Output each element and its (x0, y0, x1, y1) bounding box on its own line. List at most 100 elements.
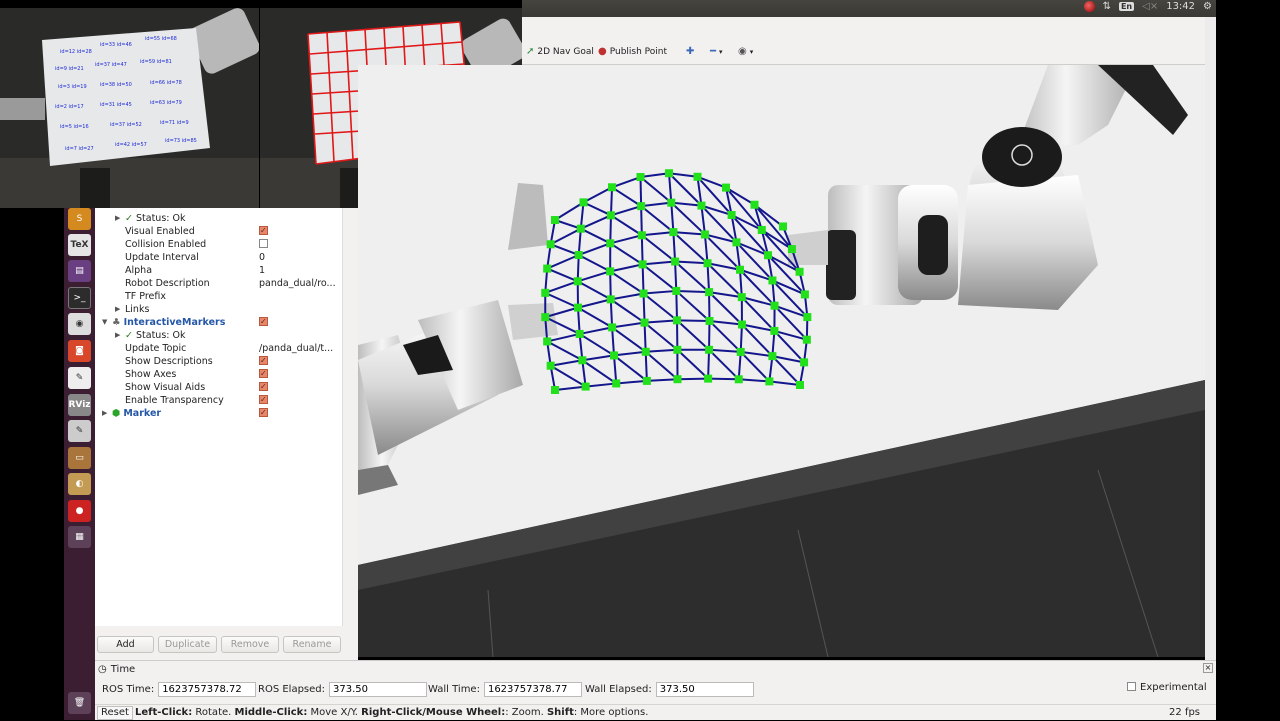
collapse-arrow-icon[interactable]: ▼ (102, 316, 107, 329)
tree-row-show-descriptions[interactable]: Show Descriptions (95, 355, 343, 368)
mesh-edge (611, 187, 612, 215)
visual-enabled-checkbox[interactable] (259, 226, 268, 235)
update-topic-value[interactable]: /panda_dual/t... (259, 342, 341, 355)
workspace-icon[interactable]: ▦ (68, 526, 91, 548)
latex-icon[interactable]: TeX (68, 234, 91, 256)
rviz-icon[interactable]: RViz (68, 394, 91, 416)
plus-icon: ✚ (686, 46, 694, 57)
wall-elapsed-input[interactable] (656, 682, 754, 697)
view-options-button[interactable]: ◉▾ (738, 46, 753, 57)
svg-text:id=38 id=50: id=38 id=50 (100, 82, 132, 88)
desktop: id=12 id=28id=33 id=46 id=55 id=68id=9 i… (0, 0, 1280, 720)
enable-transparency-checkbox[interactable] (259, 395, 268, 404)
mesh-edge (708, 379, 739, 380)
expand-arrow-icon[interactable]: ▶ (115, 329, 120, 342)
reset-button[interactable]: Reset (97, 706, 133, 720)
tree-row-show-visual-aids[interactable]: Show Visual Aids (95, 381, 343, 394)
marker-checkbox[interactable] (259, 408, 268, 417)
clock-icon: ◷ (98, 664, 107, 675)
ros-time-input[interactable] (158, 682, 256, 697)
hint-left-key: Left-Click: (135, 707, 192, 718)
record-icon[interactable] (1084, 1, 1095, 12)
add-button[interactable]: Add (97, 636, 154, 653)
mesh-edge (644, 294, 645, 323)
clock[interactable]: 13:42 (1166, 1, 1195, 12)
mesh-node (735, 375, 743, 383)
tree-row-robot-description[interactable]: Robot Description panda_dual/ro... (95, 277, 343, 290)
expand-arrow-icon[interactable]: ▶ (115, 303, 120, 316)
mesh-node (639, 260, 647, 268)
mesh-node (765, 377, 773, 385)
terminal-icon[interactable]: >_ (68, 287, 91, 309)
mesh-node (637, 202, 645, 210)
hint-shift-text: : More options. (574, 707, 649, 718)
tree-row-update-interval[interactable]: Update Interval 0 (95, 251, 343, 264)
record-app-icon[interactable]: ● (68, 500, 91, 522)
app-grid-icon[interactable]: ▤ (68, 260, 91, 282)
time-title: Time (111, 664, 135, 675)
gear-icon[interactable]: ⚙ (1203, 1, 1212, 12)
add-tool-button[interactable]: ✚ (686, 46, 694, 57)
screenshot-icon[interactable]: ◙ (68, 340, 91, 362)
wall-time-input[interactable] (484, 682, 582, 697)
publish-point-tool[interactable]: ● Publish Point (598, 46, 667, 57)
update-interval-value[interactable]: 0 (259, 251, 341, 264)
mesh-node (751, 201, 759, 209)
sublime-icon[interactable]: S (68, 208, 91, 230)
panel-splitter[interactable] (343, 208, 358, 660)
mesh-node (673, 316, 681, 324)
hint-left-text: Rotate. (192, 707, 234, 718)
webcam-icon[interactable]: ◉ (68, 313, 91, 335)
notes-icon[interactable]: ✎ (68, 420, 91, 442)
links-label: Links (125, 303, 149, 316)
files-icon[interactable]: ▭ (68, 447, 91, 469)
tree-row-interactive-markers[interactable]: ▼ ♣ InteractiveMarkers (95, 316, 343, 329)
show-descriptions-checkbox[interactable] (259, 356, 268, 365)
tree-row-status-2[interactable]: ▶ ✓ Status: Ok (95, 329, 343, 342)
tree-row-visual-enabled[interactable]: Visual Enabled (95, 225, 343, 238)
experimental-checkbox[interactable] (1127, 682, 1136, 691)
rviz-toolbar: ➚ 2D Nav Goal ● Publish Point ✚ ━▾ ◉▾ (522, 17, 1216, 65)
tree-row-marker[interactable]: ▶ ⬢ Marker (95, 407, 343, 420)
show-visual-aids-checkbox[interactable] (259, 382, 268, 391)
collision-enabled-checkbox[interactable] (259, 239, 268, 248)
disk-icon[interactable]: ◐ (68, 473, 91, 495)
tree-row-enable-transparency[interactable]: Enable Transparency (95, 394, 343, 407)
remove-button[interactable]: Remove (221, 636, 279, 653)
tree-row-status-1[interactable]: ▶ ✓ Status: Ok (95, 212, 343, 225)
tree-row-update-topic[interactable]: Update Topic /panda_dual/t... (95, 342, 343, 355)
tree-row-show-axes[interactable]: Show Axes (95, 368, 343, 381)
minus-icon: ━ (710, 46, 716, 57)
network-icon[interactable]: ⇅ (1103, 1, 1111, 12)
volume-icon[interactable]: ◁× (1142, 1, 1158, 12)
alpha-value[interactable]: 1 (259, 264, 341, 277)
hint-mid-text: Move X/Y. (307, 707, 361, 718)
mesh-node (551, 216, 559, 224)
3d-viewport[interactable] (358, 65, 1205, 657)
mesh-node (607, 211, 615, 219)
trash-icon[interactable]: 🗑 (68, 692, 91, 714)
show-axes-checkbox[interactable] (259, 369, 268, 378)
svg-text:id=63 id=79: id=63 id=79 (150, 100, 182, 106)
tree-row-links[interactable]: ▶ Links (95, 303, 343, 316)
robot-description-value[interactable]: panda_dual/ro... (259, 277, 341, 290)
ros-elapsed-input[interactable] (329, 682, 427, 697)
nav-goal-icon: ➚ (526, 46, 534, 57)
close-icon[interactable]: × (1203, 663, 1213, 673)
mesh-node (638, 231, 646, 239)
expand-arrow-icon[interactable]: ▶ (102, 407, 107, 420)
duplicate-button[interactable]: Duplicate (158, 636, 217, 653)
mesh-node (803, 336, 811, 344)
tree-row-alpha[interactable]: Alpha 1 (95, 264, 343, 277)
expand-arrow-icon[interactable]: ▶ (115, 212, 120, 225)
keyboard-layout[interactable]: En (1119, 2, 1134, 11)
text-editor-icon[interactable]: ✎ (68, 367, 91, 389)
svg-text:id=55 id=68: id=55 id=68 (145, 36, 177, 42)
hint-right-text: : Zoom. (505, 707, 547, 718)
rename-button[interactable]: Rename (283, 636, 341, 653)
remove-tool-button[interactable]: ━▾ (710, 46, 723, 57)
nav-goal-tool[interactable]: ➚ 2D Nav Goal (526, 46, 594, 57)
tree-row-tf-prefix[interactable]: TF Prefix (95, 290, 343, 303)
interactive-markers-checkbox[interactable] (259, 317, 268, 326)
tree-row-collision-enabled[interactable]: Collision Enabled (95, 238, 343, 251)
